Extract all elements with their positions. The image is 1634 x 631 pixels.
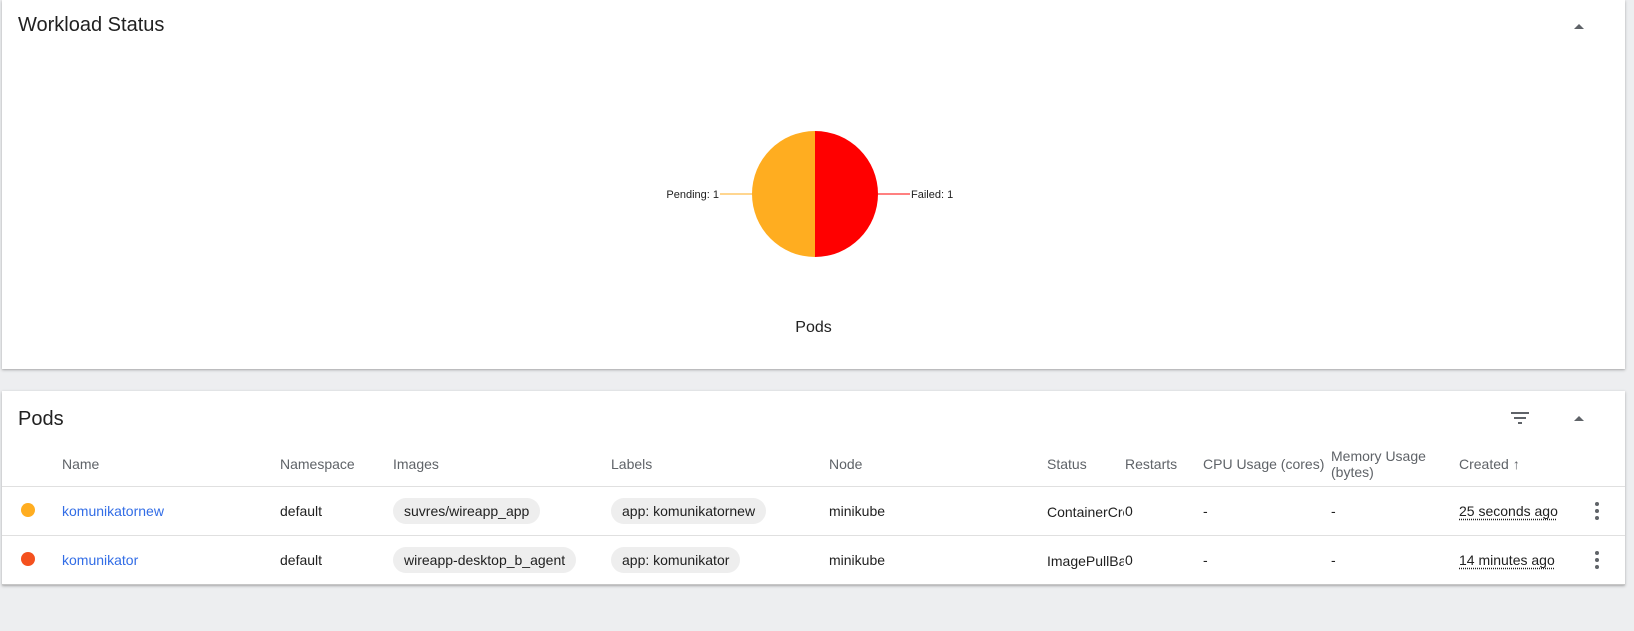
header-actions xyxy=(1587,441,1625,487)
pod-restarts: 0 xyxy=(1125,535,1203,585)
pie-chart-svg: Failed: 1 Pending: 1 xyxy=(666,131,953,257)
workload-status-card: Workload Status Failed: 1 Pending: 1 Pods xyxy=(2,0,1625,369)
pod-memory: - xyxy=(1331,535,1459,585)
pods-title: Pods xyxy=(18,408,64,430)
pod-created: 25 seconds ago xyxy=(1459,503,1558,519)
pod-restarts: 0 xyxy=(1125,486,1203,536)
pod-cpu: - xyxy=(1203,535,1331,585)
filter-button[interactable] xyxy=(1505,403,1535,433)
pod-status: ImagePullBackOff xyxy=(1047,552,1124,569)
workload-status-title: Workload Status xyxy=(18,14,165,36)
pod-namespace: default xyxy=(280,535,393,585)
pod-memory: - xyxy=(1331,486,1459,536)
pod-name-link[interactable]: komunikatornew xyxy=(62,503,164,519)
image-chip: wireapp-desktop_b_agent xyxy=(393,547,577,573)
collapse-workload-button[interactable] xyxy=(1564,11,1594,41)
pie-label-failed: Failed: 1 xyxy=(911,189,953,201)
pods-pie-chart: Failed: 1 Pending: 1 xyxy=(2,60,1625,340)
header-memory[interactable]: Memory Usage (bytes) xyxy=(1331,441,1459,487)
pod-name-link[interactable]: komunikator xyxy=(62,552,138,568)
image-chip: suvres/wireapp_app xyxy=(393,498,541,524)
table-row: komunikator default wireapp-desktop_b_ag… xyxy=(2,535,1625,585)
header-created-label: Created xyxy=(1459,455,1509,472)
header-restarts[interactable]: Restarts xyxy=(1125,441,1203,487)
pod-status: ContainerCreating xyxy=(1047,503,1124,520)
table-row: komunikatornew default suvres/wireapp_ap… xyxy=(2,486,1625,536)
pie-label-pending: Pending: 1 xyxy=(666,189,719,201)
header-status-dot xyxy=(2,441,62,487)
header-cpu[interactable]: CPU Usage (cores) xyxy=(1203,441,1331,487)
header-labels: Labels xyxy=(611,441,829,487)
collapse-pods-button[interactable] xyxy=(1564,403,1594,433)
header-memory-line1: Memory Usage xyxy=(1331,447,1426,464)
pod-node: minikube xyxy=(829,535,1047,585)
header-node[interactable]: Node xyxy=(829,441,1047,487)
pie-slice-pending xyxy=(752,131,815,257)
header-namespace[interactable]: Namespace xyxy=(280,441,393,487)
table-header-row: Name Namespace Images Labels Node Status… xyxy=(2,441,1625,487)
header-status[interactable]: Status xyxy=(1047,441,1125,487)
header-created[interactable]: Created ↑ xyxy=(1459,441,1587,487)
pod-created: 14 minutes ago xyxy=(1459,552,1555,568)
pods-table: Name Namespace Images Labels Node Status… xyxy=(2,441,1625,585)
header-name[interactable]: Name xyxy=(62,441,280,487)
label-chip: app: komunikatornew xyxy=(611,498,767,524)
chart-title: Pods xyxy=(795,319,832,336)
chevron-up-icon xyxy=(1574,24,1584,29)
more-vert-icon[interactable] xyxy=(1587,551,1607,569)
chevron-up-icon xyxy=(1574,416,1584,421)
pie-slice-failed xyxy=(815,131,878,257)
header-memory-line2: (bytes) xyxy=(1331,463,1374,480)
filter-icon xyxy=(1511,412,1529,424)
pod-cpu: - xyxy=(1203,486,1331,536)
header-images: Images xyxy=(393,441,611,487)
status-failed-icon xyxy=(21,551,35,566)
pod-node: minikube xyxy=(829,486,1047,536)
sort-ascending-icon: ↑ xyxy=(1512,455,1520,472)
pods-card: Pods Name Namespace Images Labels Node S… xyxy=(2,391,1625,585)
status-pending-icon xyxy=(21,502,35,517)
pod-namespace: default xyxy=(280,486,393,536)
label-chip: app: komunikator xyxy=(611,547,741,573)
more-vert-icon[interactable] xyxy=(1587,502,1607,520)
